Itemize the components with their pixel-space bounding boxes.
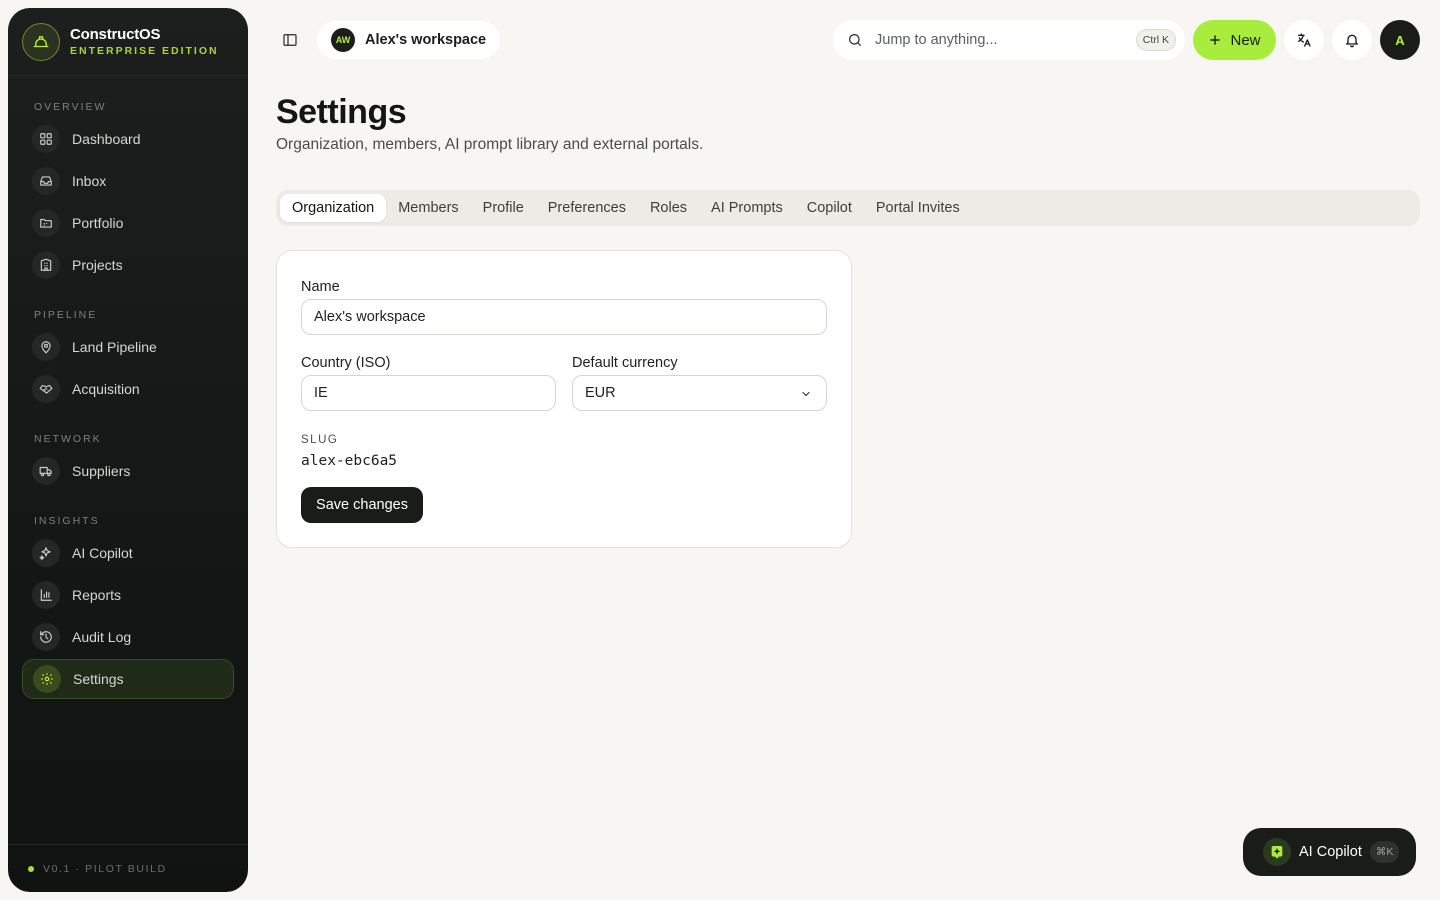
name-label: Name <box>301 279 340 295</box>
gear-icon <box>33 665 61 693</box>
section-label-insights: INSIGHTS <box>34 515 100 527</box>
brand-name: ConstructOS <box>70 26 161 43</box>
sidebar-item-ai-copilot[interactable]: AI Copilot <box>22 533 234 573</box>
tab-portal-invites[interactable]: Portal Invites <box>864 194 972 222</box>
sidebar-item-acquisition[interactable]: Acquisition <box>22 369 234 409</box>
workspace-name: Alex's workspace <box>365 32 487 48</box>
sidebar-item-label: Suppliers <box>72 463 131 479</box>
translate-icon <box>1298 33 1311 47</box>
settings-tabs: Organization Members Profile Preferences… <box>276 190 1420 226</box>
sidebar-item-settings[interactable]: Settings <box>22 659 234 699</box>
notifications-button[interactable] <box>1332 20 1372 60</box>
bell-icon <box>1346 34 1358 48</box>
inbox-icon <box>32 167 60 195</box>
page-subtitle: Organization, members, AI prompt library… <box>276 136 704 153</box>
tab-members[interactable]: Members <box>386 194 470 222</box>
sidebar-item-label: Inbox <box>72 173 107 189</box>
dashboard-icon <box>32 125 60 153</box>
sidebar-item-portfolio[interactable]: Portfolio <box>22 203 234 243</box>
copilot-shortcut: ⌘K <box>1369 841 1400 863</box>
country-label: Country (ISO) <box>301 355 391 371</box>
sidebar-item-dashboard[interactable]: Dashboard <box>22 119 234 159</box>
slug-label: SLUG <box>301 434 339 446</box>
chevron-down-icon <box>800 388 812 400</box>
new-button-label: New <box>1230 31 1261 49</box>
history-icon <box>32 623 60 651</box>
handshake-icon <box>32 375 60 403</box>
sidebar-footer: V0.1 · PILOT BUILD <box>8 844 248 892</box>
workspace-switcher[interactable]: AW Alex's workspace <box>317 21 501 59</box>
section-label-overview: OVERVIEW <box>34 101 107 113</box>
sidebar-item-inbox[interactable]: Inbox <box>22 161 234 201</box>
search-icon <box>849 34 861 46</box>
sidebar-item-label: Audit Log <box>72 629 132 645</box>
currency-label: Default currency <box>572 355 678 371</box>
brand[interactable]: ConstructOS ENTERPRISE EDITION <box>8 8 248 76</box>
sidebar-item-projects[interactable]: Projects <box>22 245 234 285</box>
new-button[interactable]: New <box>1193 20 1276 60</box>
search-placeholder: Jump to anything... <box>875 32 998 48</box>
sparkles-icon <box>32 539 60 567</box>
currency-value: EUR <box>585 385 616 401</box>
sidebar-item-label: Projects <box>72 257 123 273</box>
hard-hat-icon <box>22 22 60 61</box>
map-pin-icon <box>32 333 60 361</box>
build-version: V0.1 · PILOT BUILD <box>43 862 167 875</box>
sidebar-item-suppliers[interactable]: Suppliers <box>22 451 234 491</box>
tab-roles[interactable]: Roles <box>638 194 699 222</box>
sidebar-item-label: AI Copilot <box>72 545 133 561</box>
sidebar-item-audit-log[interactable]: Audit Log <box>22 617 234 657</box>
tab-ai-prompts[interactable]: AI Prompts <box>699 194 795 222</box>
brand-edition: ENTERPRISE EDITION <box>70 45 219 57</box>
section-label-pipeline: PIPELINE <box>34 309 98 321</box>
sidebar-item-label: Reports <box>72 587 122 603</box>
sidebar-item-label: Land Pipeline <box>72 339 157 355</box>
sidebar-item-label: Portfolio <box>72 215 124 231</box>
plus-icon <box>1208 33 1222 47</box>
sidebar-item-land-pipeline[interactable]: Land Pipeline <box>22 327 234 367</box>
organization-settings-card: Name Alex's workspace Country (ISO) IE D… <box>276 250 852 548</box>
copilot-icon <box>1263 838 1291 866</box>
sidebar: ConstructOS ENTERPRISE EDITION OVERVIEW … <box>8 8 248 892</box>
user-avatar[interactable]: A <box>1380 20 1420 60</box>
portfolio-icon <box>32 209 60 237</box>
section-label-network: NETWORK <box>34 433 102 445</box>
sidebar-item-label: Dashboard <box>72 131 141 147</box>
slug-value: alex-ebc6a5 <box>301 453 398 469</box>
sidebar-item-reports[interactable]: Reports <box>22 575 234 615</box>
currency-select[interactable]: EUR <box>572 375 827 411</box>
name-field[interactable]: Alex's workspace <box>301 299 827 335</box>
building-icon <box>32 251 60 279</box>
copilot-label: AI Copilot <box>1299 844 1362 860</box>
workspace-avatar: AW <box>331 28 355 52</box>
search-shortcut: Ctrl K <box>1135 29 1176 51</box>
tab-profile[interactable]: Profile <box>471 194 536 222</box>
language-button[interactable] <box>1284 20 1324 60</box>
tab-organization[interactable]: Organization <box>280 194 387 222</box>
sidebar-item-label: Acquisition <box>72 381 140 397</box>
country-field[interactable]: IE <box>301 375 556 411</box>
truck-icon <box>32 457 60 485</box>
status-dot <box>28 865 34 872</box>
sidebar-toggle-icon <box>283 34 297 46</box>
ai-copilot-button[interactable]: AI Copilot ⌘K <box>1243 828 1416 876</box>
tab-preferences[interactable]: Preferences <box>536 194 638 222</box>
bar-chart-icon <box>32 581 60 609</box>
save-button[interactable]: Save changes <box>301 487 423 523</box>
tab-copilot[interactable]: Copilot <box>795 194 864 222</box>
topbar: AW Alex's workspace Jump to anything... … <box>256 0 1440 80</box>
sidebar-item-label: Settings <box>73 671 124 687</box>
search-input[interactable]: Jump to anything... Ctrl K <box>833 20 1185 60</box>
sidebar-toggle-button[interactable] <box>276 26 304 54</box>
page-title: Settings <box>276 93 407 131</box>
